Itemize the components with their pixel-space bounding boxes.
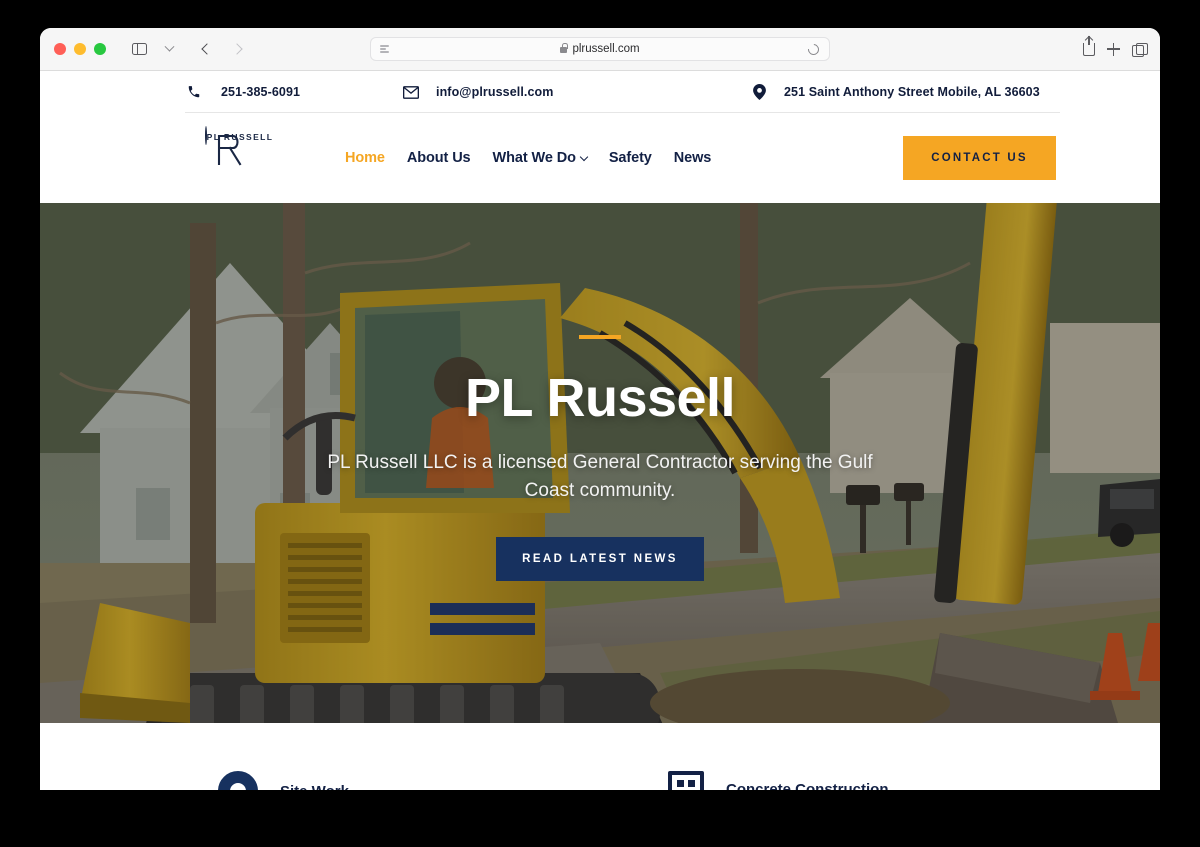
sidebar-dropdown-button[interactable] [156, 36, 182, 62]
service-item-site-work-label: Site Work [280, 783, 349, 791]
logo-monogram-icon [204, 126, 242, 166]
url-text: plrussell.com [572, 43, 640, 55]
chevron-down-icon [164, 41, 174, 52]
nav-item-safety[interactable]: Safety [609, 150, 652, 166]
nav-item-what-we-do[interactable]: What We Do [492, 150, 589, 166]
nav-item-news-label: News [673, 150, 712, 166]
contact-phone[interactable]: 251-385-6091 [185, 85, 300, 99]
ring-icon [218, 771, 258, 790]
forward-arrow-icon [231, 43, 243, 55]
phone-icon [185, 85, 203, 99]
contact-us-button[interactable]: CONTACT US [903, 136, 1056, 180]
plus-icon[interactable] [1107, 42, 1120, 56]
back-arrow-icon [201, 43, 213, 55]
contact-email-text: info@plrussell.com [436, 85, 554, 99]
service-item-concrete-construction-label: Concrete Construction [726, 780, 889, 791]
hero-section: PL Russell PL Russell LLC is a licensed … [40, 203, 1160, 723]
service-item-concrete-construction[interactable]: Concrete Construction [668, 771, 889, 790]
window-controls [54, 43, 106, 55]
hero-subtitle: PL Russell LLC is a licensed General Con… [327, 452, 873, 501]
site-logo[interactable]: PL RUSSELL [184, 126, 294, 166]
tab-overview-icon[interactable] [1132, 42, 1148, 57]
sidebar-icon [131, 42, 147, 56]
top-contact-bar: 251-385-6091 info@plrussell.com 251 Sain… [40, 71, 1160, 113]
close-window-button[interactable] [54, 43, 66, 55]
site-header: PL RUSSELL Home About Us What We Do Safe… [40, 113, 1160, 203]
nav-item-news[interactable]: News [673, 150, 712, 166]
browser-window: plrussell.com 251-385-6091 info@plrussel… [40, 28, 1160, 790]
building-icon [668, 771, 704, 790]
address-bar[interactable]: plrussell.com [370, 37, 830, 61]
envelope-icon [402, 85, 420, 99]
back-button[interactable] [194, 36, 220, 62]
hero-title: PL Russell [464, 368, 736, 429]
contact-address-text: 251 Saint Anthony Street Mobile, AL 3660… [784, 85, 1040, 99]
hero-content: PL Russell PL Russell LLC is a licensed … [40, 203, 1160, 723]
toolbar-right-actions [1083, 35, 1148, 57]
nav-item-about-us-label: About Us [406, 150, 471, 166]
minimize-window-button[interactable] [74, 43, 86, 55]
page-content: 251-385-6091 info@plrussell.com 251 Sain… [40, 71, 1160, 790]
nav-item-home[interactable]: Home [345, 150, 385, 166]
service-item-site-work[interactable]: Site Work [218, 771, 349, 790]
contact-phone-text: 251-385-6091 [221, 85, 301, 99]
browser-toolbar: plrussell.com [40, 28, 1160, 71]
nav-item-home-label: Home [345, 150, 385, 166]
services-section: Site Work Concrete Construction [40, 723, 1160, 790]
forward-button [224, 36, 250, 62]
navigation-controls [126, 36, 250, 62]
chevron-down-icon [579, 152, 589, 161]
nav-item-safety-label: Safety [608, 150, 652, 166]
share-icon[interactable] [1083, 35, 1095, 56]
read-latest-news-button-label: READ LATEST NEWS [522, 552, 678, 565]
sidebar-toggle-button[interactable] [126, 36, 152, 62]
read-latest-news-button[interactable]: READ LATEST NEWS [496, 536, 704, 581]
reader-view-icon[interactable] [380, 45, 389, 53]
nav-item-about-us[interactable]: About Us [407, 150, 471, 166]
main-navigation: Home About Us What We Do Safety News [345, 150, 711, 166]
hero-accent-rule [579, 335, 621, 340]
lock-icon [560, 43, 568, 53]
maximize-window-button[interactable] [94, 43, 106, 55]
contact-address[interactable]: 251 Saint Anthony Street Mobile, AL 3660… [750, 84, 1040, 100]
contact-email[interactable]: info@plrussell.com [402, 85, 553, 99]
map-pin-icon [750, 84, 768, 100]
contact-us-button-label: CONTACT US [931, 152, 1028, 164]
nav-item-what-we-do-label: What We Do [492, 150, 576, 166]
